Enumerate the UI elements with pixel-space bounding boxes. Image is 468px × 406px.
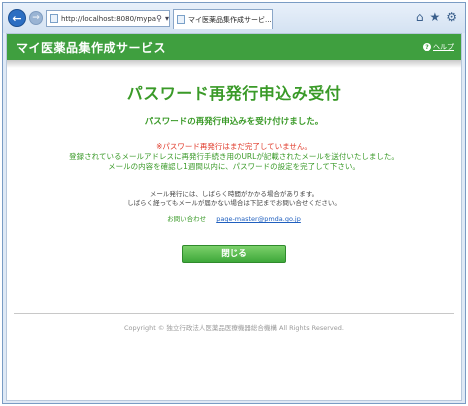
header-shadow [7, 60, 461, 68]
search-icon[interactable]: ⚲ [156, 14, 162, 23]
browser-tab[interactable]: マイ医薬品集作成サービ... × [173, 9, 273, 29]
contact: お問い合わせ page-master@pmda.go.jp [7, 213, 461, 223]
arrow-right-icon: → [32, 13, 40, 23]
app-title: マイ医薬品集作成サービス [16, 40, 167, 55]
gear-icon[interactable]: ⚙ [446, 10, 457, 24]
favicon-icon [177, 15, 185, 24]
tab-close-icon[interactable]: × [272, 15, 273, 24]
address-text: http://localhost:8080/mypa [61, 14, 157, 23]
info-line-1: 登録されているメールアドレスに再発行手続き用のURLが記載されたメールを送付いた… [69, 152, 399, 161]
page-icon [50, 14, 58, 23]
star-icon[interactable]: ★ [429, 10, 440, 24]
tab-title: マイ医薬品集作成サービ... [188, 15, 272, 24]
note-line-2: しばらく経ってもメールが届かない場合は下記までお問い合せください。 [127, 199, 341, 207]
help-link[interactable]: ? ヘルプ [423, 42, 461, 52]
forward-button[interactable]: → [29, 11, 43, 25]
help-icon: ? [423, 43, 431, 51]
app-header: マイ医薬品集作成サービス ? ヘルプ [7, 34, 461, 60]
note-line-1: メール発行には、しばらく時間がかかる場合があります。 [149, 190, 319, 198]
browser-icons: ⌂ ★ ⚙ [416, 10, 457, 24]
contact-label: お問い合わせ [167, 215, 207, 223]
info-line-2: メールの内容を確認し1週間以内に、パスワードの設定を完了して下さい。 [108, 162, 360, 171]
notes: メール発行には、しばらく時間がかかる場合があります。 しばらく経ってもメールが届… [7, 190, 461, 208]
main-content: パスワード再発行申込み受付 パスワードの再発行申込みを受け付けました。 ※パスワ… [7, 68, 461, 263]
browser-window: ← → http://localhost:8080/mypa ⚲ ▾ C マイ医… [2, 2, 466, 404]
dropdown-icon[interactable]: ▾ [165, 14, 169, 23]
address-tools: ⚲ ▾ C [156, 14, 169, 23]
footer-divider [14, 313, 454, 314]
back-button[interactable]: ← [8, 9, 26, 27]
warning-text: ※パスワード再発行はまだ完了していません。 [156, 142, 312, 151]
subtitle: パスワードの再発行申込みを受け付けました。 [144, 117, 324, 127]
copyright-text: Copyright © 独立行政法人医薬品医療機器総合機構 All Rights… [124, 324, 344, 332]
browser-toolbar: ← → http://localhost:8080/mypa ⚲ ▾ C マイ医… [3, 3, 465, 33]
contact-email-link[interactable]: page-master@pmda.go.jp [216, 215, 301, 223]
address-bar[interactable]: http://localhost:8080/mypa ⚲ ▾ C [46, 10, 170, 27]
arrow-left-icon: ← [12, 11, 22, 25]
help-label: ヘルプ [433, 43, 454, 51]
page-title: パスワード再発行申込み受付 [126, 84, 342, 103]
page-viewport: マイ医薬品集作成サービス ? ヘルプ パスワード再発行申込み受付 パスワードの再… [6, 33, 462, 401]
home-icon[interactable]: ⌂ [416, 10, 424, 24]
close-button[interactable]: 閉じる [182, 245, 286, 263]
